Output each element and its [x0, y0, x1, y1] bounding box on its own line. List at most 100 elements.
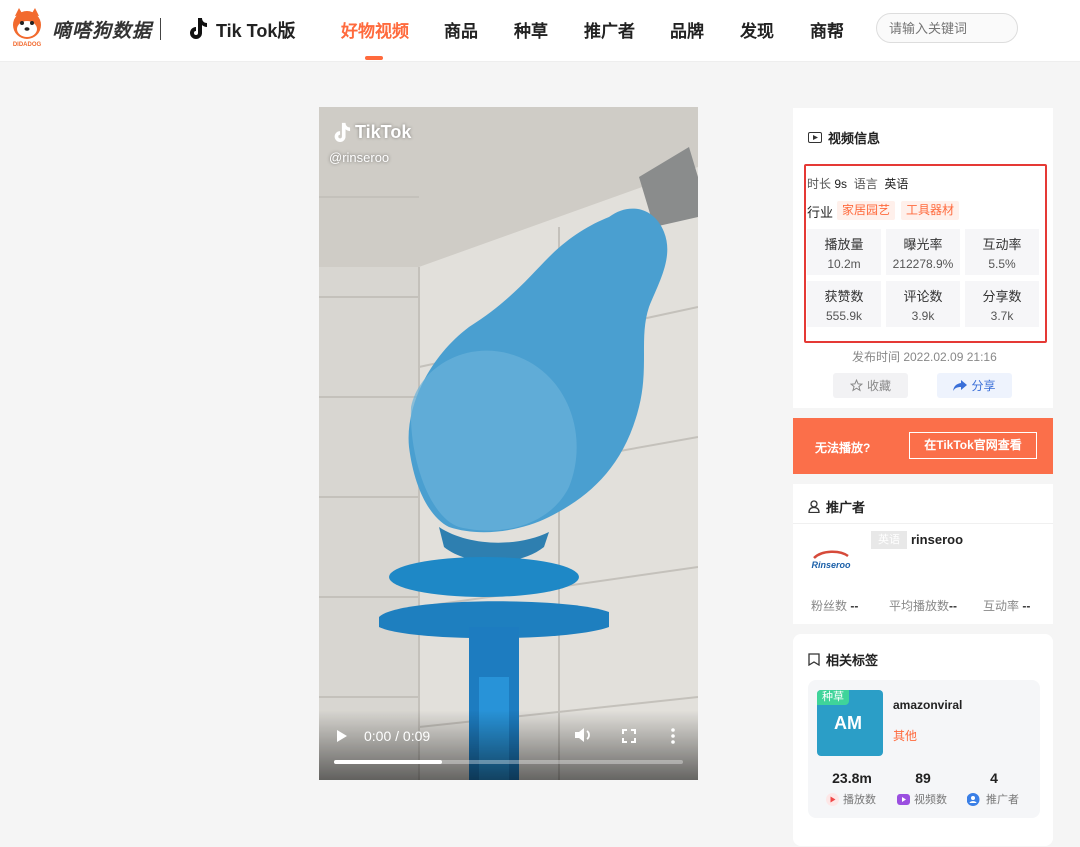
video-handle: @rinseroo	[329, 150, 390, 165]
duration-label: 时长	[807, 177, 832, 191]
nav-promoters[interactable]: 推广者	[584, 17, 635, 42]
video-count-label: 视频数	[914, 794, 947, 806]
stat-value: 10.2m	[827, 257, 861, 271]
stat-cell: 分享数 3.7k	[965, 281, 1039, 327]
video-progress-fill	[334, 760, 443, 764]
stat-value: 3.9k	[911, 309, 935, 323]
promoter-stat-value: --	[850, 599, 859, 613]
favorite-button[interactable]: 收藏	[833, 373, 908, 398]
tiktok-watermark-icon	[334, 122, 351, 142]
logo-caption: DIDADOG	[13, 42, 42, 48]
tag-thumbnail-text: AM	[834, 713, 862, 733]
stat-cell: 获赞数 555.9k	[807, 281, 881, 327]
search-input[interactable]	[876, 13, 1018, 43]
play-icon[interactable]	[337, 730, 347, 742]
promoters-label: 推广者	[986, 794, 1019, 806]
cannot-play-banner: 无法播放? 在TikTok官网查看	[793, 418, 1053, 474]
share-label: 分享	[971, 379, 996, 393]
promoter-stat-label: 互动率	[983, 599, 1020, 613]
tag-stat-label: 推广者	[967, 791, 1019, 807]
promoter-divider	[793, 523, 1053, 524]
industry-label: 行业	[807, 205, 834, 220]
stat-label: 播放量	[824, 237, 864, 252]
header-divider	[160, 18, 161, 40]
stat-cell: 互动率 5.5%	[965, 229, 1039, 275]
promoter-stat-value: --	[1022, 599, 1031, 613]
star-icon	[849, 379, 863, 392]
related-tags-title: 相关标签	[826, 653, 879, 668]
tiktok-watermark: TikTok	[331, 121, 411, 143]
promoter-name[interactable]: rinseroo	[911, 532, 963, 547]
avatar-text: Rinseroo	[811, 560, 851, 570]
video-info-icon	[808, 132, 822, 143]
stat-cell: 播放量 10.2m	[807, 229, 881, 275]
promoter-stat: 平均播放数--	[889, 597, 957, 614]
more-options-icon[interactable]	[671, 728, 675, 744]
promoter-stat: 粉丝数 --	[811, 597, 858, 614]
stat-label: 分享数	[982, 289, 1022, 304]
nav-business[interactable]: 商帮	[810, 17, 844, 42]
stat-label: 互动率	[982, 237, 1022, 252]
promoters-icon	[967, 792, 980, 806]
nav-seeding[interactable]: 种草	[514, 17, 548, 42]
tag-stat-value: 23.8m	[832, 770, 872, 786]
publish-time: 发布时间 2022.02.09 21:16	[852, 350, 997, 364]
brand-name[interactable]: 嘀嗒狗数据	[52, 16, 152, 43]
dog-logo-icon[interactable]: DIDADOG	[8, 8, 46, 48]
view-on-tiktok-button[interactable]: 在TikTok官网查看	[909, 432, 1037, 459]
tag-stat-value: 4	[990, 770, 998, 786]
duration-value: 9s	[834, 177, 848, 191]
related-tags-header: 相关标签	[808, 650, 878, 669]
banner-text: 无法播放?	[815, 441, 871, 455]
nav-discover[interactable]: 发现	[740, 17, 774, 42]
share-button[interactable]: 分享	[937, 373, 1012, 398]
volume-icon[interactable]	[575, 727, 593, 743]
fullscreen-icon[interactable]	[622, 729, 636, 743]
promoter-stat-label: 粉丝数	[811, 599, 848, 613]
seeding-badge: 种草	[817, 690, 849, 705]
stat-label: 曝光率	[903, 237, 943, 252]
video-controls: 0:00 / 0:09	[319, 710, 698, 780]
stat-value: 212278.9%	[892, 257, 954, 271]
promoter-header: 推广者	[808, 497, 865, 516]
tag-stat-label: 播放数	[826, 791, 876, 807]
nav-good-videos[interactable]: 好物视频	[341, 17, 409, 42]
person-icon	[808, 500, 820, 513]
active-nav-indicator	[365, 56, 383, 60]
stat-label: 评论数	[903, 289, 943, 304]
language-label: 语言	[853, 177, 878, 191]
tag-stat-value: 89	[915, 770, 931, 786]
promoter-avatar[interactable]: Rinseroo	[810, 548, 852, 574]
video-info-header: 视频信息	[808, 128, 880, 147]
version-label: Tik Tok版	[216, 21, 296, 41]
nav-brands[interactable]: 品牌	[670, 17, 704, 42]
tag-name[interactable]: amazonviral	[893, 698, 962, 712]
watermark-text: TikTok	[355, 121, 412, 142]
video-frame	[319, 107, 698, 780]
video-info-title: 视频信息	[828, 131, 881, 146]
stat-value: 5.5%	[988, 257, 1016, 271]
share-arrow-icon	[953, 379, 968, 391]
video-progress-bar[interactable]	[334, 760, 683, 764]
stat-value: 3.7k	[990, 309, 1014, 323]
language-value: 英语	[884, 177, 909, 191]
stat-cell: 评论数 3.9k	[886, 281, 960, 327]
duration-row: 时长 9s 语言 英语	[807, 175, 908, 192]
nav-products[interactable]: 商品	[444, 17, 478, 42]
tag-stat-label: 视频数	[897, 791, 947, 807]
industry-tag[interactable]: 工具器材	[901, 201, 960, 220]
industry-tag[interactable]: 家居园艺	[837, 201, 896, 220]
promoter-stat: 互动率 --	[983, 597, 1030, 614]
video-count-icon	[897, 793, 910, 805]
video-time: 0:00 / 0:09	[364, 728, 431, 744]
stat-label: 获赞数	[824, 289, 864, 304]
top-header: DIDADOG 嘀嗒狗数据 Tik Tok版 好物视频 商品 种草 推广者 品牌…	[0, 0, 1080, 62]
tiktok-icon	[190, 18, 207, 39]
promoter-title: 推广者	[826, 500, 866, 515]
video-player[interactable]: TikTok @rinseroo 0:00 / 0:09	[319, 107, 698, 780]
play-count-label: 播放数	[843, 794, 876, 806]
favorite-label: 收藏	[866, 379, 891, 393]
promoter-stat-label: 平均播放数	[889, 599, 950, 613]
tag-category: 其他	[893, 729, 918, 743]
language-badge: 英语	[871, 531, 907, 549]
